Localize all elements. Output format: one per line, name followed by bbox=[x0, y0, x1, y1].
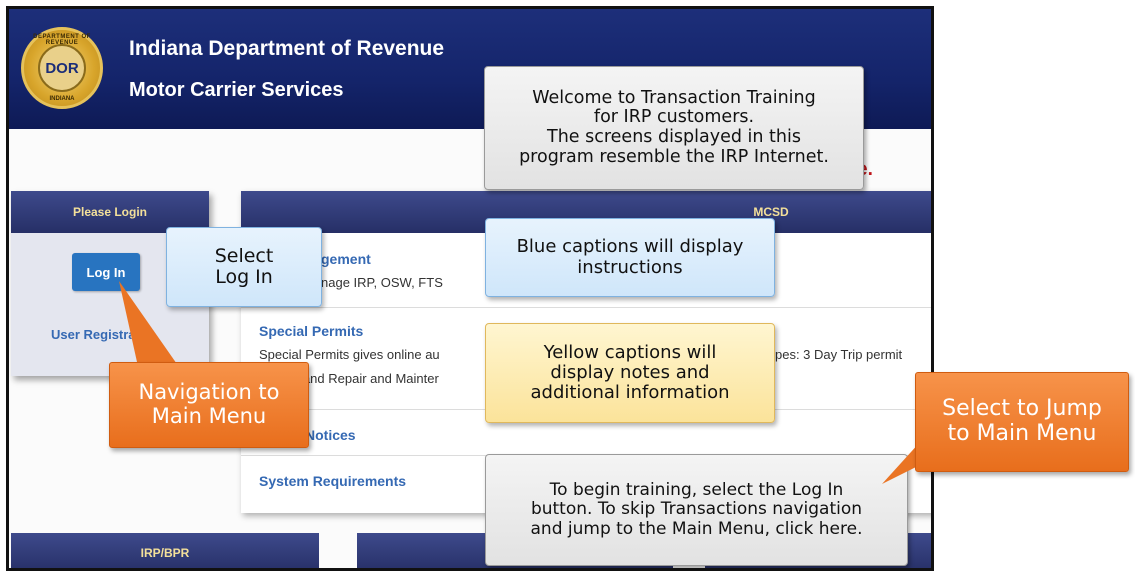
blue-info-caption: Blue captions will display instructions bbox=[485, 218, 775, 297]
caption-line: Welcome to Transaction Training bbox=[532, 87, 816, 108]
org-title: Indiana Department of Revenue bbox=[129, 37, 445, 60]
caption-line: program resemble the IRP Internet. bbox=[519, 146, 829, 167]
special-permits-link[interactable]: Special Permits bbox=[259, 323, 363, 339]
sub-title: Motor Carrier Services bbox=[129, 79, 344, 101]
seal-state-text: INDIANA bbox=[49, 96, 75, 102]
caption-line: Select bbox=[214, 244, 274, 267]
caption-line: To begin training, select the Log In bbox=[549, 480, 844, 501]
management-desc: nage IRP, OSW, FTS bbox=[321, 275, 443, 290]
caption-line: display notes and bbox=[550, 361, 710, 383]
caption-line: The screens displayed in this bbox=[547, 127, 801, 147]
special-permits-desc-2: r and Repair and Mainter bbox=[295, 371, 439, 386]
welcome-caption: Welcome to Transaction Training for IRP … bbox=[484, 66, 864, 190]
caption-line: to Main Menu bbox=[947, 421, 1097, 446]
caption-line: additional information bbox=[530, 382, 730, 404]
yellow-info-caption: Yellow captions will display notes and a… bbox=[485, 323, 775, 423]
caption-line: button. To skip Transactions navigation bbox=[530, 499, 863, 520]
caption-line: Blue captions will display bbox=[516, 236, 744, 258]
irp-bpr-tab[interactable]: IRP/BPR bbox=[11, 533, 319, 568]
navigation-main-menu-caption: Navigation to Main Menu bbox=[109, 362, 309, 448]
caption-line: for IRP customers. bbox=[593, 107, 755, 128]
special-permits-desc: Special Permits gives online au bbox=[259, 347, 440, 362]
notices-link[interactable]: Notices bbox=[305, 427, 356, 443]
management-link[interactable]: gement bbox=[321, 251, 371, 267]
caption-line: instructions bbox=[577, 256, 683, 278]
caption-line: and jump to the Main Menu, click here. bbox=[530, 518, 863, 539]
training-screen: DEPARTMENT OF REVENUE DOR INDIANA Indian… bbox=[6, 6, 934, 571]
caption-line: Yellow captions will bbox=[543, 341, 717, 363]
seal-abbrev: DOR bbox=[38, 44, 86, 92]
caption-line: Main Menu bbox=[151, 404, 267, 428]
jump-to-main-menu-caption[interactable]: Select to Jump to Main Menu bbox=[915, 372, 1129, 472]
dor-seal-logo: DEPARTMENT OF REVENUE DOR INDIANA bbox=[21, 27, 103, 109]
row-divider bbox=[241, 307, 931, 308]
special-permits-desc-right: pes: 3 Day Trip permit bbox=[775, 347, 903, 362]
begin-training-caption[interactable]: To begin training, select the Log In but… bbox=[485, 454, 908, 566]
system-requirements-link[interactable]: System Requirements bbox=[259, 473, 406, 489]
caption-line: Navigation to bbox=[138, 380, 280, 405]
caption-line: Select to Jump bbox=[942, 396, 1102, 422]
